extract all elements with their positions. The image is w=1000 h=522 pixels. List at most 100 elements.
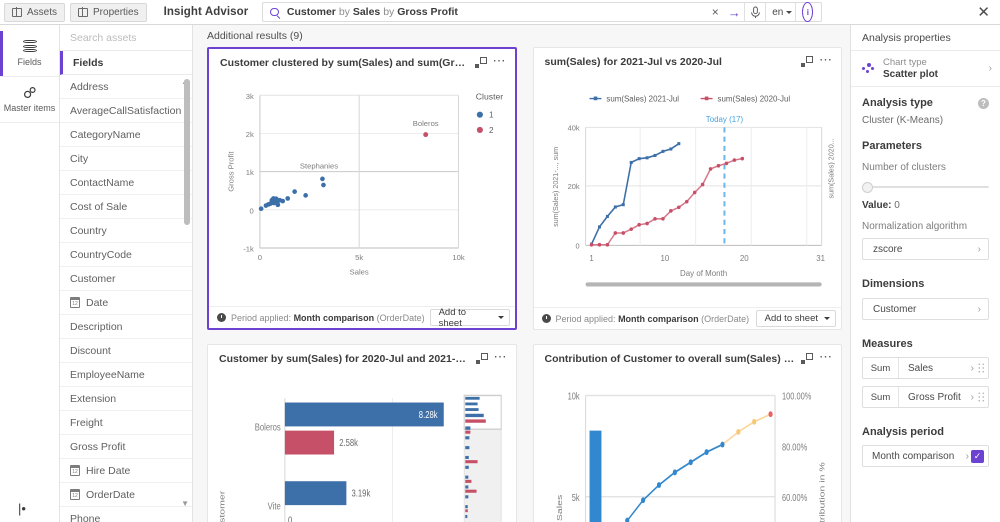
field-row[interactable]: City [60,147,192,171]
svg-text:100.00%: 100.00% [781,390,810,402]
card-menu-icon[interactable]: ⋯ [494,350,508,364]
field-row[interactable]: 12 Date [60,291,192,315]
svg-text:2.58k: 2.58k [339,437,358,448]
search-input[interactable]: Customer by Sales by Gross Profit [287,6,458,18]
clock-icon [541,314,551,323]
svg-text:sum(Sales) 2021-..., sum: sum(Sales) 2021-..., sum [552,147,559,227]
collapse-panel-icon[interactable]: |• [18,501,26,516]
top-toolbar: Assets Properties Insight Advisor Custom… [0,0,1000,25]
value-label: Value: [862,200,892,211]
properties-toggle-button[interactable]: Properties [70,2,147,22]
expand-icon[interactable] [801,56,813,68]
svg-text:Boleros: Boleros [413,119,439,128]
add-to-sheet-button[interactable]: Add to sheet [429,307,510,328]
field-list[interactable]: Address AverageCallSatisfaction CategoryNa… [60,75,192,522]
pareto-chart[interactable]: 10k 5k 0 Sales 100.00% 80.00% 60.00% 40.… [534,373,842,522]
field-row[interactable]: Gross Profit [60,435,192,459]
bar-chart[interactable]: Customer 8.28k 2.58k Boleros 3.19k 0 Vit… [208,373,516,522]
field-row[interactable]: CountryCode [60,243,192,267]
number-of-clusters-slider[interactable] [862,182,989,193]
result-card-bar[interactable]: Customer by sum(Sales) for 2020-Jul and … [207,344,517,522]
language-selector[interactable]: en [766,2,795,22]
expand-icon[interactable] [801,353,813,365]
field-row[interactable]: Description [60,315,192,339]
field-row[interactable]: Discount [60,339,192,363]
field-row[interactable]: Freight [60,411,192,435]
chart-type-row[interactable]: Chart type Scatter plot › [851,51,1000,87]
scrollbar-thumb[interactable] [184,79,190,225]
scatter-plot-icon [862,62,875,75]
assets-toggle-button[interactable]: Assets [4,2,66,22]
result-card-scatter[interactable]: Customer clustered by sum(Sales) and sum… [207,47,517,330]
field-list-scrollbar[interactable]: ▲ ▼ [181,77,190,508]
search-bar[interactable]: Customer by Sales by Gross Profit × → en [262,2,823,22]
field-row[interactable]: AverageCallSatisfaction [60,99,192,123]
scatter-svg: 3k 2k 1k 0 -1k 0 5k 10k Sales Gross Prof… [226,91,503,276]
field-row[interactable]: Country [60,219,192,243]
period-applied-label: Period applied: [231,312,292,323]
pareto-svg: 10k 5k 0 Sales 100.00% 80.00% 60.00% 40.… [555,390,826,522]
field-row[interactable]: EmployeeName [60,363,192,387]
scatter-chart[interactable]: 3k 2k 1k 0 -1k 0 5k 10k Sales Gross Prof… [209,77,515,306]
close-button[interactable]: ✕ [973,5,994,20]
rail-item-fields[interactable]: Fields [0,31,59,77]
svg-text:Day of Month: Day of Month [680,269,727,278]
svg-text:Today (17): Today (17) [705,115,743,124]
expand-icon[interactable] [475,353,488,365]
search-assets-input[interactable]: Search assets [60,25,192,51]
card-menu-icon[interactable]: ⋯ [493,54,507,68]
field-row[interactable]: 12 Hire Date [60,459,192,483]
measures-title: Measures [862,338,913,350]
analysis-period-row[interactable]: Month comparison › ✓ [862,445,989,467]
field-row[interactable]: ContactName [60,171,192,195]
drag-handle-icon[interactable] [974,387,988,407]
rail-item-master-items[interactable]: Master items [0,77,59,123]
chevron-right-icon: › [977,303,981,315]
microphone-icon[interactable] [745,2,765,22]
rail-item-fields-label: Fields [17,57,42,67]
line-chart[interactable]: sum(Sales) 2021-Jul sum(Sales) 2020-Jul [534,76,842,307]
field-name: Freight [70,416,103,429]
result-card-pareto[interactable]: Contribution of Customer to overall sum(… [532,344,842,522]
scroll-down-icon[interactable]: ▼ [181,499,189,508]
svg-text:Customer: Customer [218,491,226,522]
link-icon [23,86,37,99]
svg-text:Gross Profit: Gross Profit [226,151,235,192]
analysis-period-title: Analysis period [862,426,944,438]
card-menu-icon[interactable]: ⋯ [819,350,833,364]
field-row[interactable]: Address [60,75,192,99]
submit-search-icon[interactable]: → [724,2,744,22]
normalization-select[interactable]: zscore › [862,238,989,260]
expand-icon[interactable] [474,57,487,69]
info-icon[interactable]: i [802,2,814,22]
field-row[interactable]: Cost of Sale [60,195,192,219]
field-row[interactable]: CategoryName [60,123,192,147]
dimension-customer[interactable]: Customer › [862,298,989,320]
analysis-period-checkbox[interactable]: ✓ [971,449,984,463]
drag-handle-icon[interactable] [974,358,988,378]
value-number: 0 [894,200,900,211]
card-menu-icon[interactable]: ⋯ [819,53,833,67]
measure-gross-profit[interactable]: Sum Gross Profit › [862,386,989,408]
field-row[interactable]: Extension [60,387,192,411]
rail-item-master-items-label: Master items [3,103,56,113]
query-token-5: Gross Profit [397,6,458,18]
result-card-line[interactable]: sum(Sales) for 2021-Jul vs 2020-Jul ⋯ su… [532,47,842,330]
field-name: Gross Profit [70,440,126,453]
svg-text:5k: 5k [355,253,363,262]
field-row[interactable]: Phone [60,507,192,522]
help-icon[interactable]: ? [978,97,989,109]
svg-text:0: 0 [250,206,254,215]
search-actions: × → en i [706,2,819,22]
add-to-sheet-button[interactable]: Add to sheet [755,310,836,327]
field-row[interactable]: Customer [60,267,192,291]
dimensions-title: Dimensions [862,278,925,290]
card-title: Customer by sum(Sales) for 2020-Jul and … [219,353,470,365]
period-applied-text: Period applied: Month comparison (OrderD… [556,314,750,324]
clear-search-icon[interactable]: × [706,2,724,22]
measure-sales[interactable]: Sum Sales › [862,357,989,379]
svg-text:sum(Sales) 2021-Jul: sum(Sales) 2021-Jul [606,95,679,104]
calendar-icon: 12 [69,489,81,500]
field-row[interactable]: 12 OrderDate [60,483,192,507]
slider-knob[interactable] [862,182,873,193]
